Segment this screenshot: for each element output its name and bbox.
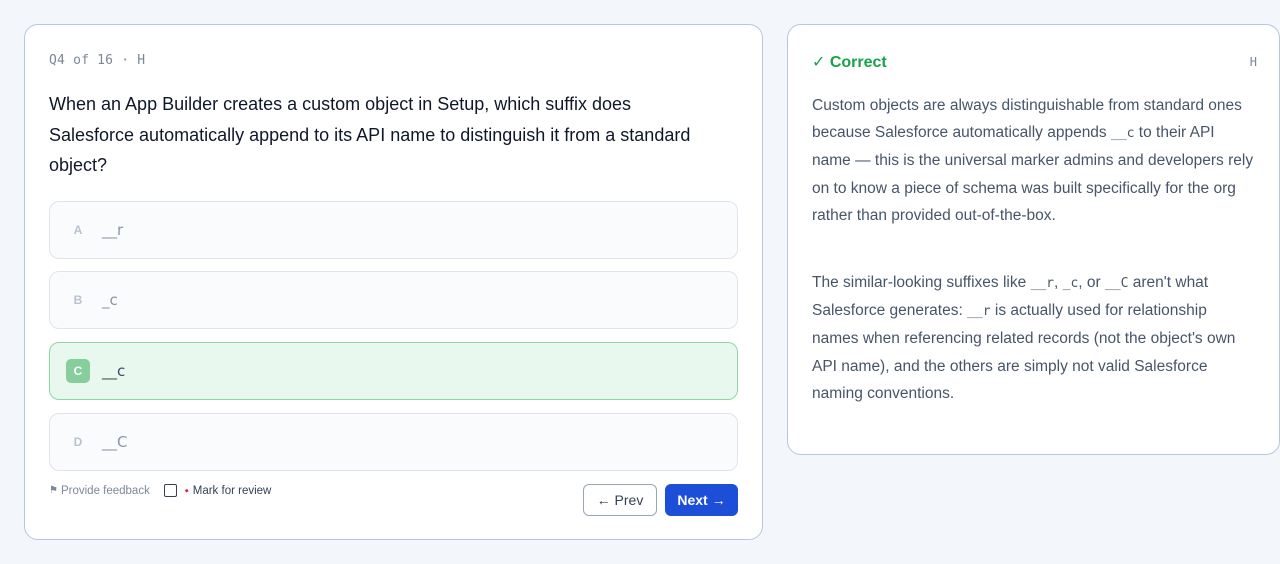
option-text: __r	[102, 221, 124, 239]
result-status: ✓ Correct	[812, 54, 887, 71]
provide-feedback-link[interactable]: ⚑ Provide feedback	[49, 485, 150, 497]
feedback-label: Provide feedback	[60, 484, 150, 497]
option-letter: D	[73, 435, 83, 449]
code-suffix: __r	[1030, 276, 1054, 291]
mark-label: Mark for review	[192, 484, 272, 497]
text: The similar-looking suffixes like	[812, 274, 1031, 291]
flag-icon: ⚑	[49, 485, 58, 496]
option-d[interactable]: D __C	[49, 413, 738, 471]
difficulty-badge: H	[1249, 55, 1257, 69]
mark-for-review-checkbox[interactable]	[163, 484, 177, 497]
option-text: __c	[102, 362, 126, 380]
explanation-paragraph-2: The similar-looking suffixes like __r, _…	[812, 269, 1257, 407]
text: ,	[1054, 274, 1063, 291]
question-meta: Q4 of 16 · H	[49, 53, 146, 68]
question-footer: ⚑ Provide feedback ▪ Mark for review	[49, 484, 271, 497]
option-text: _c	[102, 291, 118, 309]
explanation-card: ✓ Correct H Custom objects are always di…	[787, 24, 1280, 455]
option-text: __C	[102, 433, 128, 451]
next-button[interactable]: Next →	[665, 484, 738, 516]
question-card: Q4 of 16 · H When an App Builder creates…	[24, 24, 763, 540]
code-suffix: __r	[967, 304, 991, 320]
option-letter: C	[66, 359, 90, 383]
question-text: When an App Builder creates a custom obj…	[49, 94, 691, 175]
option-letter: A	[73, 223, 83, 237]
explanation-paragraph-1: Custom objects are always distinguishabl…	[812, 92, 1257, 229]
mark-for-review[interactable]: ▪ Mark for review	[163, 484, 272, 497]
pin-icon: ▪	[182, 484, 192, 497]
code-suffix: __C	[1104, 276, 1129, 291]
option-c[interactable]: C __c	[49, 342, 738, 400]
text: , or	[1078, 274, 1105, 291]
prev-button[interactable]: ← Prev	[583, 484, 657, 516]
option-letter: B	[73, 293, 83, 307]
code-suffix: _c	[1062, 276, 1079, 291]
code-suffix: __c	[1111, 126, 1135, 142]
option-b[interactable]: B _c	[49, 271, 738, 329]
option-a[interactable]: A __r	[49, 201, 738, 259]
